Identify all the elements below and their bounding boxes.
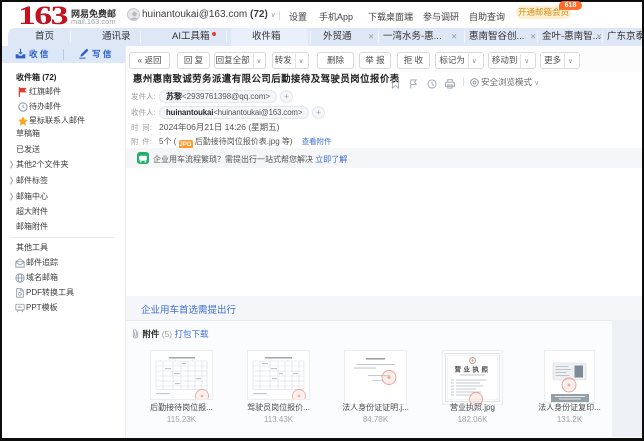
svg-text:营业执照: 营业执照 (455, 365, 491, 374)
